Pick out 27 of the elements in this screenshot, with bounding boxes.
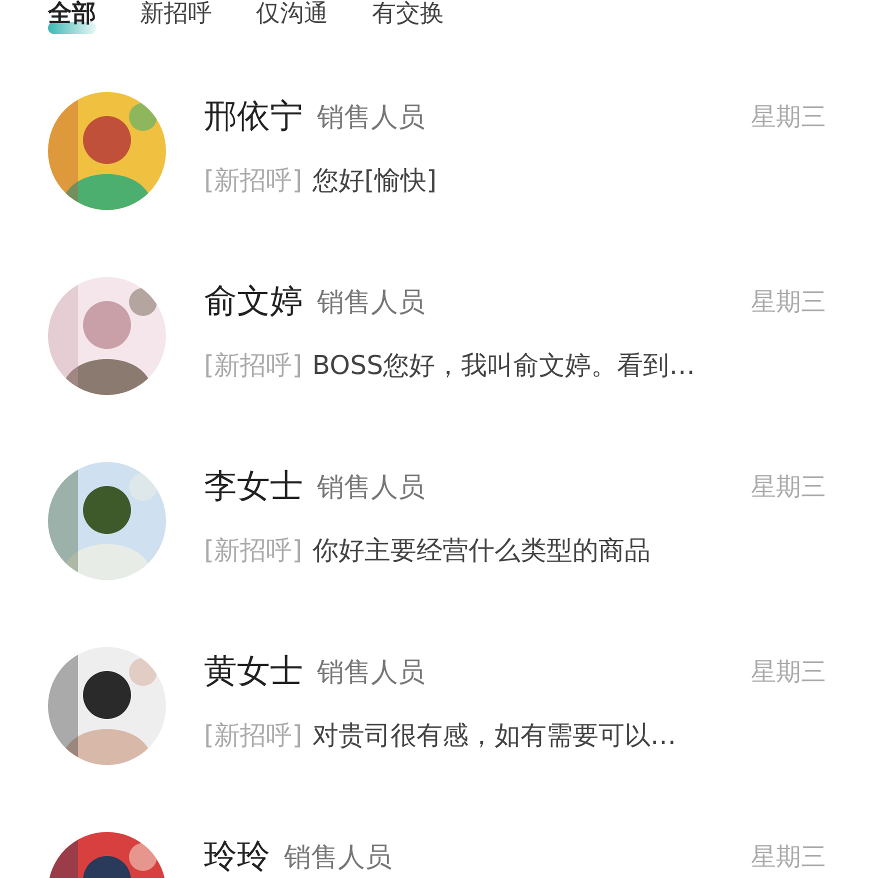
- message-tag: [新招呼]: [204, 163, 302, 198]
- contact-role: 销售人员: [317, 286, 425, 320]
- contact-role: 销售人员: [284, 840, 392, 874]
- message-preview: BOSS您好，我叫俞文婷。看到…: [312, 350, 696, 383]
- contact-name: 邢依宁: [204, 95, 303, 137]
- message-preview: 对贵司很有感，如有需要可以…: [312, 720, 676, 753]
- contact-name: 李女士: [204, 465, 303, 507]
- message-tag: [新招呼]: [204, 348, 302, 383]
- tab[interactable]: 有交换: [372, 0, 444, 34]
- message-time: 星期三: [751, 841, 826, 873]
- message-time: 星期三: [751, 101, 826, 133]
- contact-role: 销售人员: [317, 656, 425, 690]
- message-tag: [新招呼]: [204, 718, 302, 753]
- message-preview: 你好主要经营什么类型的商品: [312, 535, 650, 568]
- contact-name: 黄女士: [204, 650, 303, 692]
- message-time: 星期三: [751, 471, 826, 503]
- tab[interactable]: 仅沟通: [256, 0, 328, 34]
- message-time: 星期三: [751, 286, 826, 318]
- message-preview: 您好[愉快]: [312, 165, 437, 198]
- message-tag: [新招呼]: [204, 533, 302, 568]
- message-time: 星期三: [751, 656, 826, 688]
- contact-name: 俞文婷: [204, 280, 303, 322]
- contact-role: 销售人员: [317, 470, 425, 504]
- contact-role: 销售人员: [317, 100, 425, 134]
- contact-name: 玲玲: [204, 835, 270, 877]
- tab[interactable]: 新招呼: [140, 0, 212, 34]
- tab[interactable]: 全部: [48, 0, 96, 34]
